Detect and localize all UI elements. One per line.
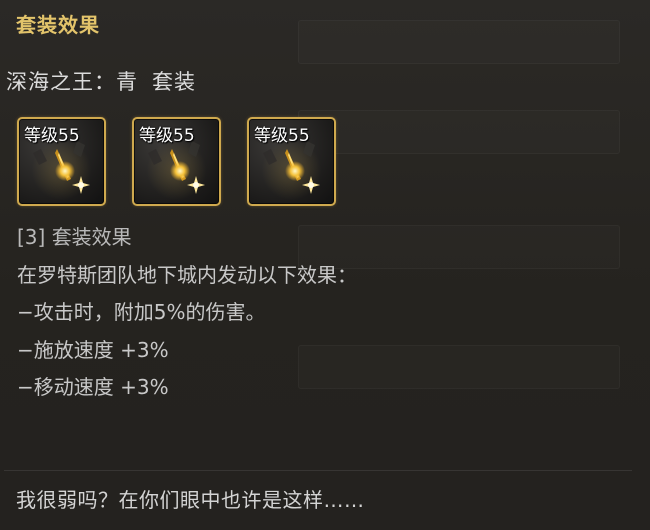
set-item-slot[interactable]: 等级55 [17, 117, 106, 206]
item-level-label: 等级55 [254, 126, 310, 146]
item-level-label: 等级55 [139, 126, 195, 146]
set-effect-line: 在罗特斯团队地下城内发动以下效果： [17, 262, 357, 287]
divider [4, 470, 632, 471]
set-effect-line: −攻击时，附加5%的伤害。 [17, 300, 266, 324]
set-item-slot[interactable]: 等级55 [132, 117, 221, 206]
set-effect-line: −移动速度 +3% [17, 375, 169, 399]
background-panel [298, 20, 620, 64]
tooltip-header: 套装效果 [16, 13, 100, 37]
set-effect-description: [3] 套装效果 在罗特斯团队地下城内发动以下效果： −攻击时，附加5%的伤害。… [17, 219, 357, 407]
set-name: 深海之王：青 套装 [6, 66, 196, 96]
set-item-slot[interactable]: 等级55 [247, 117, 336, 206]
item-level-label: 等级55 [24, 126, 80, 146]
set-name-label: 深海之王：青 [6, 70, 138, 94]
set-suffix-label: 套装 [152, 70, 196, 94]
set-effect-title: [3] 套装效果 [17, 225, 132, 249]
background-panel [298, 110, 620, 154]
set-items: 等级55 等级55 等级55 [17, 117, 336, 206]
set-effect-tooltip: 套装效果 深海之王：青 套装 等级55 等级55 等级55 [3] 套装效果 在… [0, 0, 650, 530]
flavor-text: 我很弱吗？在你们眼中也许是这样…… [16, 488, 365, 512]
set-effect-line: −施放速度 +3% [17, 337, 169, 362]
